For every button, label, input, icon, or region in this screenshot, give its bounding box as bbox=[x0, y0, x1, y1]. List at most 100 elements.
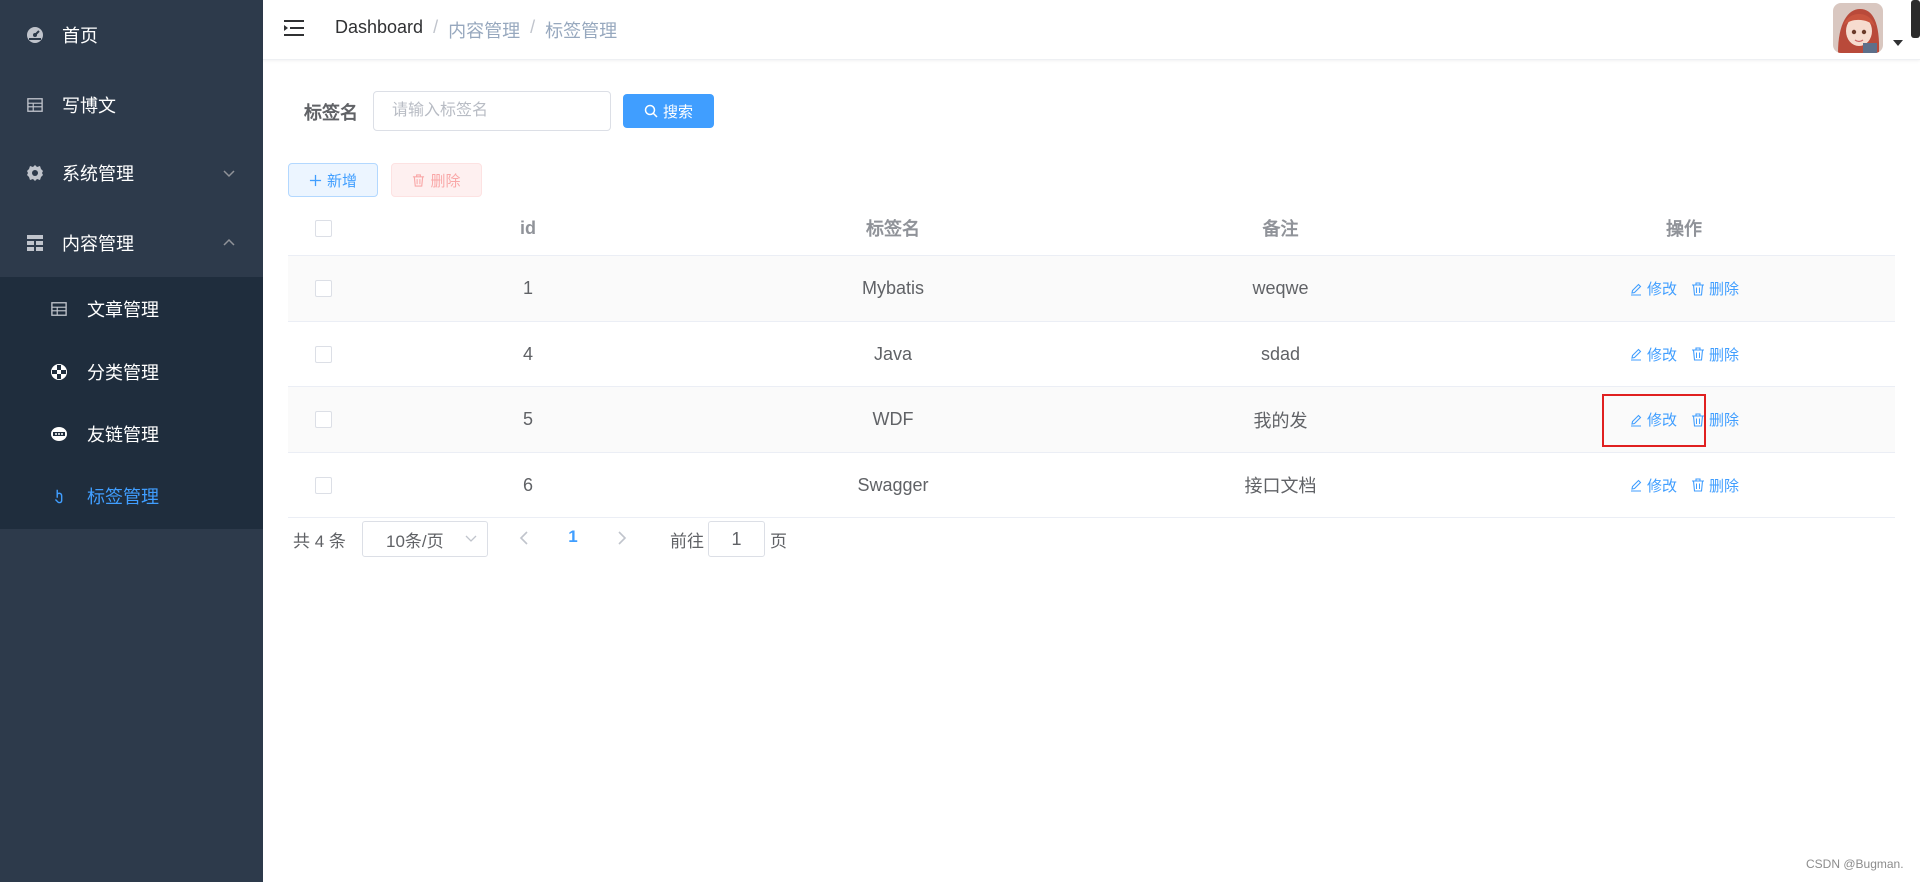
link-badge-icon bbox=[50, 425, 68, 443]
cell-actions: 修改 删除 bbox=[1473, 322, 1895, 387]
breadcrumb: Dashboard / 内容管理 / 标签管理 bbox=[335, 17, 617, 43]
add-button-label: 新增 bbox=[326, 172, 357, 190]
cell-actions: 修改 删除 bbox=[1473, 453, 1895, 518]
sidebar-item-write-post[interactable]: 写博文 bbox=[0, 70, 263, 140]
select-all-checkbox[interactable] bbox=[314, 219, 332, 237]
cell-actions: 修改 删除 bbox=[1473, 256, 1895, 321]
sidebar-item-tags[interactable]: 标签管理 bbox=[0, 465, 263, 527]
edit-button[interactable]: 修改 bbox=[1629, 278, 1677, 299]
add-button[interactable]: 新增 bbox=[288, 163, 378, 197]
table-row: 4 Java sdad 修改 删除 bbox=[288, 322, 1895, 387]
delete-button[interactable]: 删除 bbox=[1691, 344, 1739, 365]
cell-name: Java bbox=[873, 343, 913, 364]
plus-icon bbox=[309, 174, 322, 186]
row-checkbox[interactable] bbox=[314, 345, 332, 363]
sidebar-item-label: 写博文 bbox=[62, 96, 116, 116]
row-select-cell bbox=[288, 256, 358, 321]
pagination-total: 共 4 条 bbox=[293, 531, 346, 551]
table-icon bbox=[50, 300, 68, 318]
edit-button[interactable]: 修改 bbox=[1629, 344, 1677, 365]
cell-remark: sdad bbox=[1260, 343, 1301, 364]
tag-name-label: 标签名 bbox=[304, 103, 358, 123]
goto-prefix: 前往 bbox=[670, 531, 704, 551]
sidebar-item-content[interactable]: 内容管理 bbox=[0, 208, 263, 278]
search-button[interactable]: 搜索 bbox=[623, 94, 714, 128]
sidebar-item-system[interactable]: 系统管理 bbox=[0, 138, 263, 208]
goto-page-input[interactable] bbox=[708, 521, 765, 557]
breadcrumb-tags: 标签管理 bbox=[545, 21, 618, 41]
sidebar: 首页 写博文 系统管理 内容管理 文章管理 分类管理 友链管理 标签管理 bbox=[0, 0, 263, 882]
column-header-remark: 备注 bbox=[1262, 219, 1299, 239]
tags-table: id 标签名 备注 操作 1 Mybatis weqwe 修改 删除 4 Jav… bbox=[288, 200, 1895, 518]
delete-label: 删除 bbox=[1709, 477, 1740, 495]
edit-icon bbox=[1630, 479, 1642, 492]
sidebar-item-label: 首页 bbox=[62, 26, 98, 46]
delete-label: 删除 bbox=[1709, 281, 1740, 298]
sidebar-item-categories[interactable]: 分类管理 bbox=[0, 341, 263, 403]
batch-delete-button[interactable]: 删除 bbox=[391, 163, 482, 197]
select-all-cell bbox=[288, 200, 358, 256]
column-header-actions: 操作 bbox=[1666, 219, 1702, 239]
breadcrumb-separator: / bbox=[433, 17, 439, 37]
cell-id: 1 bbox=[522, 278, 533, 298]
page-size-value: 10条/页 bbox=[386, 531, 444, 551]
cell-id: 4 bbox=[522, 343, 533, 364]
sidebar-item-links[interactable]: 友链管理 bbox=[0, 403, 263, 465]
trash-icon bbox=[413, 173, 425, 187]
edge-indicator bbox=[1911, 0, 1920, 38]
sidebar-item-label: 分类管理 bbox=[87, 363, 159, 383]
sidebar-item-label: 系统管理 bbox=[62, 164, 134, 184]
sidebar-item-home[interactable]: 首页 bbox=[0, 0, 263, 70]
sidebar-item-label: 标签管理 bbox=[87, 487, 159, 507]
breadcrumb-separator: / bbox=[530, 17, 536, 37]
table-header: id 标签名 备注 操作 bbox=[288, 200, 1895, 256]
dashboard-icon bbox=[26, 26, 44, 44]
row-select-cell bbox=[288, 453, 358, 518]
caret-down-icon[interactable] bbox=[1893, 34, 1903, 46]
trash-icon bbox=[1692, 281, 1704, 296]
page-number-current[interactable]: 1 bbox=[563, 527, 583, 547]
batch-delete-label: 删除 bbox=[430, 172, 461, 190]
chevron-down-icon bbox=[221, 165, 237, 181]
grid-icon bbox=[26, 234, 44, 252]
cell-name: Mybatis bbox=[861, 278, 924, 298]
chevron-down-icon bbox=[465, 535, 477, 542]
edit-label: 修改 bbox=[1646, 346, 1677, 364]
cell-remark: 我的发 bbox=[1253, 410, 1308, 431]
row-checkbox[interactable] bbox=[314, 476, 332, 494]
edit-icon bbox=[1630, 348, 1642, 361]
menu-toggle-icon[interactable] bbox=[283, 18, 305, 38]
sidebar-item-label: 内容管理 bbox=[62, 234, 134, 254]
column-header-name: 标签名 bbox=[866, 219, 920, 239]
tag-name-search-input[interactable] bbox=[373, 91, 611, 131]
trash-icon bbox=[1692, 478, 1704, 492]
next-page-icon[interactable] bbox=[616, 530, 628, 546]
sidebar-item-label: 友链管理 bbox=[87, 425, 159, 445]
delete-label: 删除 bbox=[1709, 346, 1740, 364]
breadcrumb-dashboard[interactable]: Dashboard bbox=[335, 17, 423, 43]
edit-label: 修改 bbox=[1646, 281, 1677, 298]
breadcrumb-content: 内容管理 bbox=[448, 21, 521, 41]
cell-id: 5 bbox=[522, 409, 533, 429]
delete-label: 删除 bbox=[1709, 412, 1740, 429]
avatar[interactable] bbox=[1833, 3, 1883, 53]
delete-button[interactable]: 删除 bbox=[1691, 475, 1739, 496]
prev-page-icon[interactable] bbox=[518, 530, 530, 546]
delete-button[interactable]: 删除 bbox=[1691, 278, 1739, 299]
cell-name: Swagger bbox=[857, 474, 929, 495]
sidebar-item-label: 文章管理 bbox=[87, 300, 159, 320]
row-checkbox[interactable] bbox=[314, 280, 332, 297]
search-icon bbox=[644, 104, 658, 118]
sidebar-item-articles[interactable]: 文章管理 bbox=[0, 278, 263, 340]
cell-remark: weqwe bbox=[1252, 278, 1309, 298]
page-size-select[interactable]: 10条/页 bbox=[362, 521, 488, 557]
chevron-up-icon bbox=[221, 235, 237, 251]
table-row: 6 Swagger 接口文档 修改 删除 bbox=[288, 453, 1895, 518]
table-row: 1 Mybatis weqwe 修改 删除 bbox=[288, 256, 1895, 322]
cell-id: 6 bbox=[522, 474, 533, 495]
edit-button[interactable]: 修改 bbox=[1629, 475, 1677, 496]
row-select-cell bbox=[288, 387, 358, 452]
row-checkbox[interactable] bbox=[314, 411, 332, 428]
watermark: CSDN @Bugman. bbox=[1806, 857, 1904, 871]
search-button-label: 搜索 bbox=[662, 103, 693, 121]
